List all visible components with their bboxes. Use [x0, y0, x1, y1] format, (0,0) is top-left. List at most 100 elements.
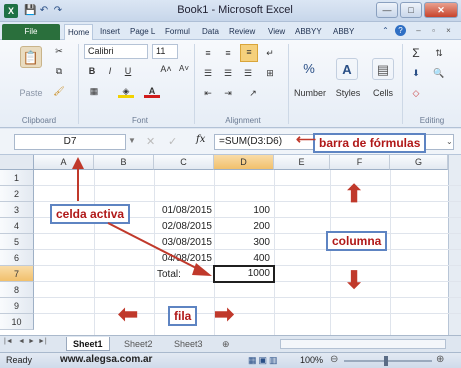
wrap-text-icon[interactable]: ↵: [262, 46, 278, 60]
worksheet-grid[interactable]: A B C D E F G 1 2 3 4 5 6 7 8 9 10 01/08…: [0, 155, 461, 335]
undo-icon[interactable]: ↶: [38, 5, 50, 17]
tab-abbyy-1[interactable]: ABBYY: [292, 24, 325, 40]
number-button[interactable]: Number: [290, 86, 330, 100]
cut-icon[interactable]: ✂: [52, 44, 66, 58]
underline-button[interactable]: U: [122, 64, 134, 78]
arrow-head-name-box: [72, 157, 84, 169]
tab-abbyy-2[interactable]: ABBY: [330, 24, 357, 40]
cancel-icon[interactable]: ✕: [146, 135, 155, 148]
fill-color-icon[interactable]: ◈: [118, 84, 134, 98]
align-bottom-icon[interactable]: ≡: [240, 44, 258, 62]
sort-filter-icon[interactable]: ⇅: [430, 46, 448, 60]
redo-icon[interactable]: ↷: [52, 5, 64, 17]
save-icon[interactable]: 💾: [24, 5, 36, 17]
copy-icon[interactable]: ⧉: [52, 64, 66, 78]
tab-home[interactable]: Home: [64, 24, 94, 40]
align-center-icon[interactable]: ☰: [220, 66, 236, 80]
tab-sheet2[interactable]: Sheet2: [118, 337, 159, 351]
align-middle-icon[interactable]: ≡: [220, 46, 236, 60]
grow-font-icon[interactable]: A˄: [160, 62, 172, 76]
title-bar: X 💾 ↶ ↷ Book1 - Microsoft Excel — □ ✕: [0, 0, 461, 22]
paste-icon[interactable]: 📋: [20, 46, 42, 68]
align-left-icon[interactable]: ☰: [200, 66, 216, 80]
excel-logo-icon: X: [4, 4, 18, 18]
styles-button[interactable]: Styles: [330, 86, 366, 100]
decrease-indent-icon[interactable]: ⇤: [200, 86, 216, 100]
zoom-slider[interactable]: [344, 360, 432, 362]
align-right-icon[interactable]: ☰: [240, 66, 256, 80]
separator: [78, 44, 79, 124]
font-name-select[interactable]: Calibri: [84, 44, 148, 59]
sheet-nav-prev[interactable]: ◄: [18, 338, 25, 345]
sheet-nav-first[interactable]: |◄: [4, 338, 13, 345]
shrink-font-icon[interactable]: A˅: [178, 62, 190, 76]
paste-button[interactable]: Paste: [14, 86, 48, 100]
arrow-left-icon: ⬅: [118, 301, 139, 328]
font-group-label: Font: [131, 116, 148, 125]
close-button[interactable]: ✕: [424, 2, 458, 18]
window-title: Book1 - Microsoft Excel: [177, 4, 293, 16]
tab-view[interactable]: View: [265, 24, 288, 40]
tab-insert[interactable]: Insert: [97, 24, 123, 40]
zoom-in-icon[interactable]: ⊕: [436, 354, 444, 365]
align-top-icon[interactable]: ≡: [200, 46, 216, 60]
increase-indent-icon[interactable]: ⇥: [220, 86, 236, 100]
font-color-icon[interactable]: A: [144, 84, 160, 98]
merge-center-icon[interactable]: ⊞: [262, 66, 278, 80]
status-ready: Ready: [6, 355, 33, 365]
maximize-button[interactable]: □: [400, 2, 422, 18]
tab-review[interactable]: Review: [226, 24, 258, 40]
zoom-out-icon[interactable]: ⊖: [330, 354, 338, 365]
horizontal-scrollbar[interactable]: [280, 339, 446, 349]
row-annotation: fila: [168, 306, 198, 326]
tab-sheet3[interactable]: Sheet3: [168, 337, 209, 351]
zoom-slider-thumb[interactable]: [384, 356, 388, 366]
find-select-icon[interactable]: 🔍: [430, 66, 448, 80]
fill-icon[interactable]: ⬇: [408, 66, 424, 80]
column-annotation: columna: [326, 231, 388, 251]
bold-button[interactable]: B: [86, 64, 98, 78]
insert-sheet-icon[interactable]: ⊕: [216, 337, 236, 351]
orientation-icon[interactable]: ↗: [244, 86, 262, 100]
alignment-group-label: Alignment: [225, 116, 261, 125]
arrow-left-icon: ⟵: [296, 131, 317, 147]
arrow-right-icon: ➡: [214, 301, 235, 328]
window-restore-icon[interactable]: ▫: [428, 25, 439, 36]
separator: [194, 44, 195, 124]
number-format-icon[interactable]: %: [298, 58, 320, 80]
view-mode-icons[interactable]: ▦▣▥: [248, 355, 280, 366]
cells-icon[interactable]: ▤: [372, 58, 394, 80]
format-painter-icon[interactable]: 🖌: [52, 84, 66, 98]
help-icon[interactable]: ?: [395, 25, 406, 36]
ribbon-tabs: File Home Insert Page L Formul Data Revi…: [0, 22, 461, 40]
borders-icon[interactable]: ▦: [86, 84, 102, 98]
zoom-level[interactable]: 100%: [300, 355, 323, 365]
sheet-nav-last[interactable]: ►|: [38, 338, 47, 345]
cells-button[interactable]: Cells: [366, 86, 400, 100]
tab-file[interactable]: File: [2, 24, 60, 40]
expand-formula-bar-icon[interactable]: ⌄: [446, 137, 453, 146]
styles-icon[interactable]: A: [336, 58, 358, 80]
tab-formulas[interactable]: Formul: [162, 24, 193, 40]
separator: [288, 44, 289, 124]
name-box[interactable]: D7: [14, 134, 126, 150]
enter-icon[interactable]: ✓: [168, 135, 177, 148]
tab-sheet1[interactable]: Sheet1: [66, 337, 110, 351]
font-size-select[interactable]: 11: [152, 44, 178, 59]
name-box-dropdown-icon[interactable]: ▼: [128, 136, 136, 145]
tab-page-layout[interactable]: Page L: [127, 24, 158, 40]
window-minimize-icon[interactable]: –: [413, 25, 424, 36]
sheet-nav-next[interactable]: ►: [28, 338, 35, 345]
tab-data[interactable]: Data: [199, 24, 222, 40]
window-close-icon[interactable]: ×: [443, 25, 454, 36]
status-bar: Ready www.alegsa.com.ar ▦▣▥ 100% ⊖ ⊕: [0, 352, 461, 368]
minimize-button[interactable]: —: [376, 2, 398, 18]
clear-icon[interactable]: ◇: [408, 86, 424, 100]
italic-button[interactable]: I: [104, 64, 116, 78]
arrow-down-icon: ⬇: [344, 267, 365, 294]
arrow-to-active-cell: [107, 222, 201, 271]
minimize-ribbon-icon[interactable]: ⌃: [380, 25, 391, 36]
autosum-button[interactable]: Σ: [408, 46, 424, 60]
insert-function-button[interactable]: fx: [196, 134, 208, 145]
arrow-up-icon: ⬆: [344, 181, 365, 208]
